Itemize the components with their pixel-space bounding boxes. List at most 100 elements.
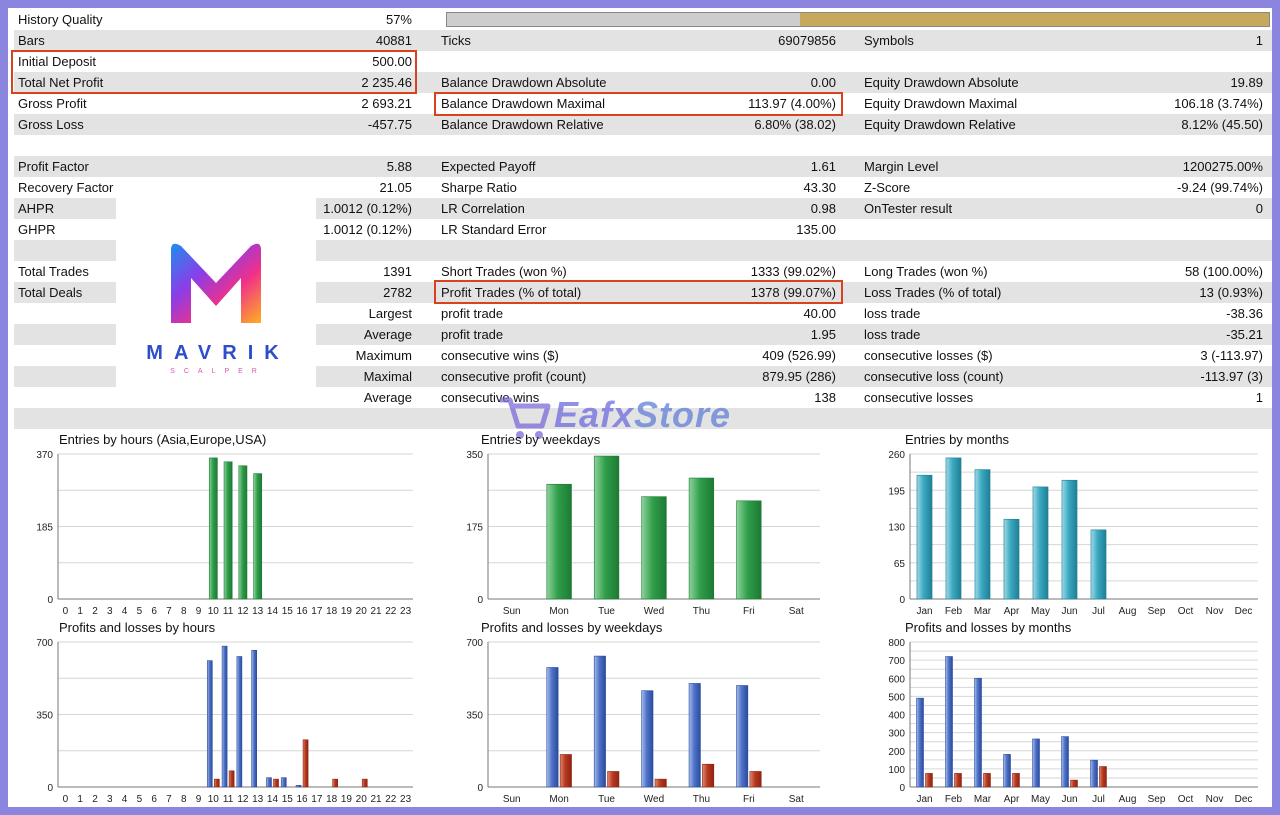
x-tick-label: 1: [77, 794, 83, 805]
x-tick-label: 10: [208, 606, 220, 617]
balance-dd-max-label: Balance Drawdown Maximal: [441, 96, 606, 111]
chart-svg: 0 65 130 195 260 Jan Feb Mar Apr May Jun Jul Aug Sep O…: [888, 450, 1258, 617]
chart-entries-hours: Entries by hours (Asia,Europe,USA) 0 185 3…: [16, 432, 426, 617]
x-tick-label: 3: [107, 794, 113, 805]
y-tick-label: 195: [888, 486, 905, 497]
x-tick-label: Feb: [945, 794, 963, 805]
lr-std-error-label: LR Standard Error: [441, 222, 547, 237]
x-tick-label: 21: [370, 606, 382, 617]
x-tick-label: Sun: [503, 606, 521, 617]
x-tick-label: 4: [122, 794, 128, 805]
x-tick-label: 5: [137, 606, 143, 617]
x-tick-label: Wed: [644, 794, 664, 805]
total-trades-label: Total Trades: [18, 264, 89, 279]
maximal-loss-value: -113.97 (3): [1200, 369, 1263, 384]
x-tick-label: 10: [208, 794, 220, 805]
x-tick-label: 15: [282, 794, 294, 805]
bar: [221, 645, 228, 788]
bar: [273, 778, 279, 788]
bar: [1070, 779, 1078, 788]
z-score-value: -9.24 (99.74%): [1177, 180, 1263, 195]
x-tick-label: 19: [341, 794, 353, 805]
x-tick-label: 23: [400, 606, 412, 617]
x-tick-label: Sun: [503, 794, 521, 805]
y-tick-label: 700: [36, 638, 53, 649]
y-tick-label: 400: [888, 711, 905, 722]
y-tick-label: 185: [36, 523, 53, 534]
x-tick-label: 2: [92, 606, 98, 617]
y-tick-label: 100: [888, 765, 905, 776]
sharpe-ratio-label: Sharpe Ratio: [441, 180, 517, 195]
x-tick-label: Wed: [644, 606, 664, 617]
bar: [654, 778, 667, 788]
chart-svg: 0 350 700 Sun Mon Tue Wed Thu Fri Sat: [466, 638, 820, 805]
x-tick-label: 22: [385, 606, 397, 617]
bar: [593, 455, 620, 600]
x-tick-label: 13: [252, 606, 264, 617]
x-tick-label: 2: [92, 794, 98, 805]
x-tick-label: 11: [223, 794, 234, 805]
row-recovery-factor: Recovery Factor 21.05 Sharpe Ratio 43.30…: [14, 177, 1272, 198]
equity-dd-rel-label: Equity Drawdown Relative: [864, 117, 1016, 132]
chart-entries-months: Entries by months 0 65 130 195 260 Jan Feb Mar A…: [862, 432, 1262, 617]
equity-dd-rel-value: 8.12% (45.50): [1181, 117, 1263, 132]
x-tick-label: 6: [151, 794, 157, 805]
loss-trades-label: Loss Trades (% of total): [864, 285, 1002, 300]
x-tick-label: Jan: [916, 606, 932, 617]
max-losses-value: 3 (-113.97): [1200, 348, 1263, 363]
bars-value: 40881: [375, 33, 412, 48]
bar: [1032, 486, 1049, 600]
symbols-label: Symbols: [864, 33, 914, 48]
y-tick-label: 0: [899, 783, 905, 794]
x-tick-label: 14: [267, 606, 279, 617]
ahpr-label: AHPR: [18, 201, 55, 216]
max-wins-value: 409 (526.99): [762, 348, 836, 363]
x-tick-label: 18: [326, 606, 338, 617]
x-tick-label: Jul: [1092, 606, 1105, 617]
balance-dd-rel-value: 6.80% (38.02): [754, 117, 836, 132]
gross-loss-label: Gross Loss: [18, 117, 84, 132]
x-tick-label: 17: [311, 606, 323, 617]
profit-trades-label: Profit Trades (% of total): [441, 285, 582, 300]
short-trades-label: Short Trades (won %): [441, 264, 567, 279]
x-tick-label: Nov: [1206, 794, 1224, 805]
x-tick-label: 18: [326, 794, 338, 805]
largest-profit-label: profit trade: [441, 306, 504, 321]
x-tick-label: Mar: [974, 794, 992, 805]
x-tick-label: 22: [385, 794, 397, 805]
x-tick-label: Dec: [1235, 794, 1253, 805]
brand-sub: SCALPER: [170, 368, 266, 375]
row-profit-factor: Profit Factor 5.88 Expected Payoff 1.61 …: [14, 156, 1272, 177]
x-tick-label: Fri: [743, 606, 755, 617]
x-tick-label: Thu: [693, 794, 710, 805]
y-tick-label: 65: [894, 559, 906, 570]
y-tick-label: 260: [888, 450, 905, 461]
x-tick-label: Sat: [789, 794, 804, 805]
x-tick-label: 7: [166, 606, 172, 617]
max-wins-label: consecutive wins ($): [441, 348, 559, 363]
x-tick-label: Aug: [1119, 794, 1137, 805]
x-tick-label: 20: [356, 606, 368, 617]
balance-dd-max-value: 113.97 (4.00%): [748, 96, 836, 111]
bar: [266, 777, 272, 788]
bar: [1032, 738, 1040, 788]
bars-label: Bars: [18, 33, 45, 48]
x-tick-label: Jun: [1061, 794, 1077, 805]
chart-entries-weekdays: Entries by weekdays 0 175 350 Sun Mon Tue Wed T…: [440, 432, 840, 617]
bar: [253, 473, 263, 600]
bar: [332, 778, 338, 788]
y-tick-label: 130: [888, 523, 905, 534]
expected-payoff-label: Expected Payoff: [441, 159, 536, 174]
x-tick-label: Apr: [1004, 794, 1020, 805]
x-tick-label: 9: [196, 794, 202, 805]
y-tick-label: 800: [888, 638, 905, 649]
ontester-label: OnTester result: [864, 201, 953, 216]
x-tick-label: 13: [252, 794, 264, 805]
margin-level-value: 1200275.00%: [1182, 159, 1263, 174]
brand-word: MAVRIK: [146, 342, 290, 364]
lr-std-error-value: 135.00: [796, 222, 836, 237]
x-tick-label: Nov: [1206, 606, 1224, 617]
bar: [916, 474, 933, 600]
average-loss-label: loss trade: [864, 327, 921, 342]
bar: [238, 465, 248, 600]
